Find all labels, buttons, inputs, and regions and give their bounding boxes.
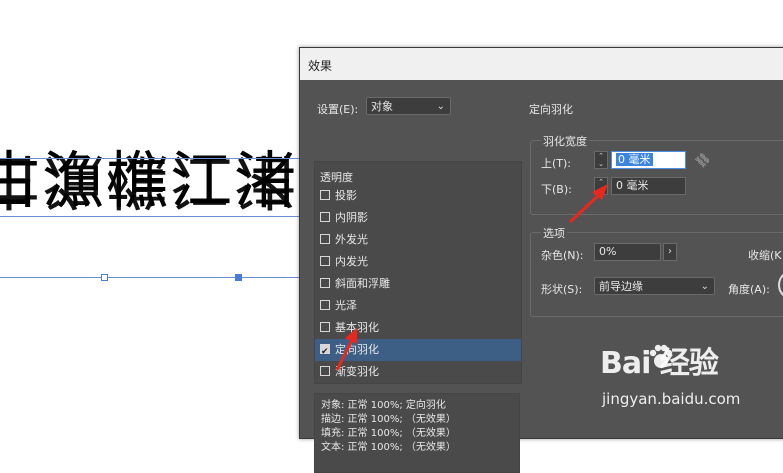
effect-checkbox[interactable]	[320, 278, 330, 288]
paw-icon	[649, 344, 673, 368]
section-title: 定向羽化	[529, 103, 573, 116]
options-group: 选项 杂色(N): 0% › 收缩(K 形状(S): 前导边缘 ⌄ 角度(A):	[530, 225, 783, 345]
effect-label: 光泽	[335, 299, 357, 312]
effect-label: 投影	[335, 189, 357, 202]
effect-item[interactable]: 斜面和浮雕	[315, 273, 521, 295]
effect-checkbox[interactable]	[320, 322, 330, 332]
summary-line: 填充: 正常 100%; （无效果）	[321, 428, 456, 439]
effect-label: 斜面和浮雕	[335, 277, 390, 290]
angle-label: 角度(A):	[728, 283, 770, 296]
watermark-url: jingyan.baidu.com	[602, 390, 741, 408]
effect-checkbox[interactable]	[320, 190, 330, 200]
effect-checkbox[interactable]	[320, 300, 330, 310]
effect-checkbox[interactable]	[320, 234, 330, 244]
effect-item[interactable]: 投影	[315, 185, 521, 207]
effect-checkbox[interactable]	[320, 366, 330, 376]
effect-label: 内阴影	[335, 211, 368, 224]
effect-checkbox-checked[interactable]	[320, 341, 330, 363]
annotation-arrow-bottom-stepper	[568, 184, 608, 224]
effect-item[interactable]: 外发光	[315, 229, 521, 251]
effect-label: 外发光	[335, 233, 368, 246]
noise-slider-button[interactable]: ›	[663, 243, 677, 261]
text-frame-baseline	[0, 216, 300, 217]
noise-value: 0%	[599, 245, 617, 258]
noise-input[interactable]: 0%	[594, 243, 661, 261]
shape-select[interactable]: 前导边缘 ⌄	[594, 277, 715, 295]
dialog-title: 效果	[308, 59, 333, 73]
settings-select[interactable]: 对象 ⌄	[366, 97, 451, 115]
effect-checkbox[interactable]	[320, 256, 330, 266]
effect-item[interactable]: 光泽	[315, 295, 521, 317]
effect-item[interactable]: 内阴影	[315, 207, 521, 229]
feather-top-label: 上(T):	[541, 157, 572, 170]
annotation-arrow-directional-feather	[335, 328, 357, 371]
settings-label: 设置(E):	[317, 103, 359, 116]
feather-top-input[interactable]: 0 毫米	[611, 151, 686, 169]
effect-item[interactable]: 内发光	[315, 251, 521, 273]
list-header-transparency[interactable]: 透明度	[320, 169, 353, 185]
effect-checkbox[interactable]	[320, 212, 330, 222]
feather-width-title: 羽化宽度	[541, 133, 589, 149]
chevron-down-icon: ⌄	[700, 281, 709, 292]
shape-select-value: 前导边缘	[599, 280, 643, 293]
frame-handle-port[interactable]	[235, 274, 242, 281]
feather-top-value: 0 毫米	[616, 153, 653, 166]
frame-handle-bottom[interactable]	[101, 274, 108, 281]
dialog-body: 设置(E): 对象 ⌄ 定向羽化 透明度 投影 内阴影 外发光 内发光 斜面和浮…	[300, 80, 783, 473]
summary-line: 描边: 正常 100%; （无效果）	[321, 414, 456, 425]
options-title: 选项	[541, 225, 567, 241]
effect-label: 内发光	[335, 255, 368, 268]
summary-line: 文本: 正常 100%; （无效果）	[321, 442, 456, 453]
shape-label: 形状(S):	[541, 283, 583, 296]
effects-summary: 对象: 正常 100%; 定向羽化 描边: 正常 100%; （无效果） 填充:…	[314, 393, 520, 473]
settings-select-value: 对象	[371, 100, 393, 113]
summary-line: 对象: 正常 100%; 定向羽化	[321, 400, 446, 411]
text-frame[interactable]	[0, 158, 301, 278]
feather-top-stepper[interactable]: ⌃ ⌄	[594, 151, 608, 169]
dialog-titlebar[interactable]: 效果	[300, 48, 783, 80]
chevron-down-icon: ⌄	[436, 101, 445, 112]
noise-label: 杂色(N):	[541, 249, 584, 262]
shrink-label: 收缩(K	[748, 249, 782, 262]
